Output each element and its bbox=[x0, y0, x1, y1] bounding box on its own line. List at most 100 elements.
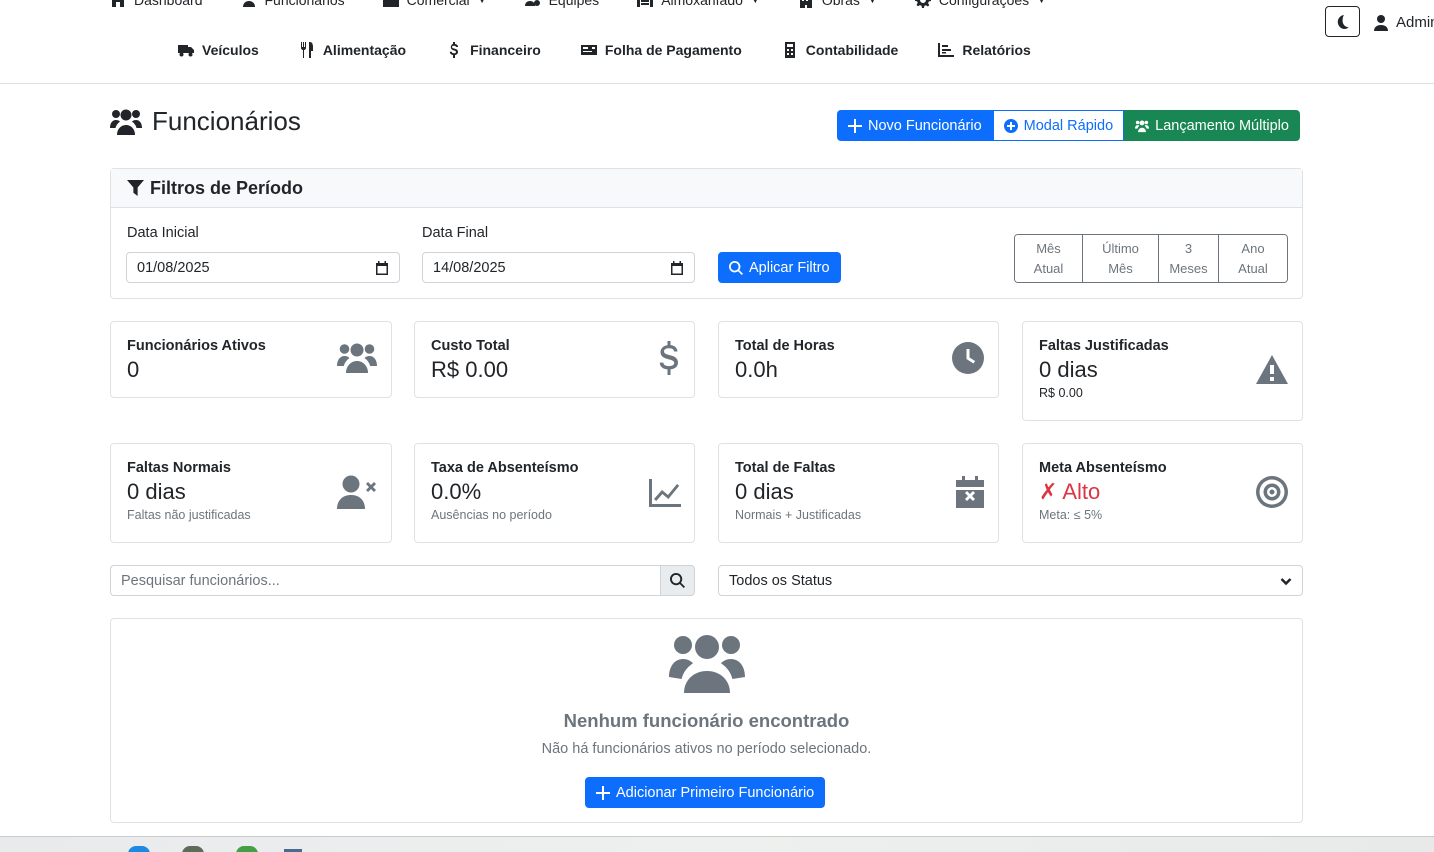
nav-item-contabilidade[interactable]: Contabilidade bbox=[782, 42, 899, 58]
taskbar-app-icon[interactable] bbox=[128, 846, 150, 852]
nav-item-dashboard[interactable]: Dashboard bbox=[110, 0, 203, 8]
period-last-month-button[interactable]: Último Mês bbox=[1083, 235, 1159, 282]
nav-item-alimentacao[interactable]: Alimentação bbox=[299, 42, 406, 58]
page-title-text: Funcionários bbox=[152, 106, 301, 136]
stat-subtext: Meta: ≤ 5% bbox=[1039, 508, 1103, 522]
gear-icon bbox=[914, 0, 931, 8]
dollar-icon bbox=[449, 42, 459, 58]
taskbar-app-icon[interactable] bbox=[182, 846, 204, 852]
chevron-down-icon bbox=[1280, 577, 1292, 585]
period-label: Meses bbox=[1169, 260, 1208, 276]
stat-title: Meta Absenteísmo bbox=[1039, 460, 1167, 476]
stat-title: Faltas Justificadas bbox=[1039, 338, 1169, 354]
nav-row-secondary: Veículos Alimentação Financeiro Folha de… bbox=[178, 38, 1071, 62]
add-first-employee-button[interactable]: Adicionar Primeiro Funcionário bbox=[585, 777, 826, 808]
users-icon bbox=[337, 342, 377, 374]
nav-item-funcionarios[interactable]: Funcionários bbox=[241, 0, 345, 8]
money-check-icon bbox=[580, 45, 597, 55]
nav-item-obras[interactable]: Obras ▼ bbox=[798, 0, 877, 8]
period-label: Atual bbox=[1033, 260, 1064, 276]
plus-icon bbox=[848, 118, 862, 133]
apply-filter-button[interactable]: Aplicar Filtro bbox=[718, 252, 841, 283]
page-actions: Novo Funcionário Modal Rápido Lançamento… bbox=[837, 110, 1300, 141]
button-label: Aplicar Filtro bbox=[749, 259, 830, 276]
dollar-icon bbox=[659, 341, 679, 375]
users-icon bbox=[110, 109, 142, 135]
page-title: Funcionários bbox=[110, 106, 301, 137]
nav-item-almoxarifado[interactable]: Almoxarifado ▼ bbox=[637, 0, 760, 8]
status-select-value: Todos os Status bbox=[729, 572, 833, 589]
briefcase-icon bbox=[382, 0, 399, 7]
period-label: Mês bbox=[1108, 260, 1133, 276]
period-filter-card: Filtros de Período Data Inicial 01/08/20… bbox=[110, 168, 1303, 299]
button-label: Novo Funcionário bbox=[868, 117, 982, 134]
empty-state-text: Não há funcionários ativos no período se… bbox=[541, 741, 872, 757]
new-employee-button[interactable]: Novo Funcionário bbox=[837, 110, 993, 141]
nav-label: Contabilidade bbox=[805, 42, 899, 58]
empty-state-title: Nenhum funcionário encontrado bbox=[563, 710, 850, 731]
stat-value: 0 bbox=[127, 357, 140, 382]
nav-label: Almoxarifado bbox=[661, 0, 743, 8]
period-current-month-button[interactable]: Mês Atual bbox=[1015, 235, 1083, 282]
home-icon bbox=[110, 0, 126, 7]
stat-card-total-cost: Custo Total R$ 0.00 bbox=[414, 321, 695, 398]
taskbar-app-icon[interactable] bbox=[236, 846, 258, 852]
calendar-xmark-icon bbox=[956, 476, 984, 508]
stat-subtext: R$ 0.00 bbox=[1039, 386, 1083, 400]
stat-value: 0 dias bbox=[735, 479, 794, 504]
moon-icon bbox=[1337, 14, 1349, 29]
users-icon bbox=[242, 1, 255, 7]
navbar: Dashboard Funcionários Comercial ▼ Equip… bbox=[0, 0, 1434, 84]
end-date-input[interactable]: 14/08/2025 bbox=[422, 252, 695, 283]
button-label: Modal Rápido bbox=[1023, 117, 1114, 134]
chevron-down-icon: ▼ bbox=[867, 0, 877, 5]
building-icon bbox=[799, 0, 812, 8]
stat-value: 0 dias bbox=[1039, 357, 1098, 382]
team-cog-icon bbox=[524, 0, 540, 6]
stat-card-total-absences: Total de Faltas 0 dias Normais + Justifi… bbox=[718, 443, 999, 543]
plus-circle-icon bbox=[1003, 118, 1018, 133]
users-icon bbox=[669, 633, 745, 695]
nav-item-veiculos[interactable]: Veículos bbox=[178, 42, 259, 58]
nav-label: Comercial bbox=[406, 0, 470, 8]
chevron-down-icon: ▼ bbox=[750, 0, 760, 5]
os-taskbar bbox=[0, 836, 1434, 852]
nav-label: Veículos bbox=[202, 42, 259, 58]
calendar-icon[interactable] bbox=[375, 260, 389, 275]
button-label: Adicionar Primeiro Funcionário bbox=[616, 784, 815, 801]
employee-list-empty-state: Nenhum funcionário encontrado Não há fun… bbox=[110, 618, 1303, 823]
chart-line-icon bbox=[649, 479, 681, 507]
nav-item-configuracoes[interactable]: Configurações ▼ bbox=[914, 0, 1046, 8]
start-date-input[interactable]: 01/08/2025 bbox=[126, 252, 400, 283]
period-3-months-button[interactable]: 3 Meses bbox=[1159, 235, 1219, 282]
nav-item-comercial[interactable]: Comercial ▼ bbox=[382, 0, 487, 8]
stat-card-absenteeism-goal: Meta Absenteísmo ✗ Alto Meta: ≤ 5% bbox=[1022, 443, 1303, 543]
status-filter-select[interactable]: Todos os Status bbox=[718, 565, 1303, 596]
stat-subtext: Faltas não justificadas bbox=[127, 508, 251, 522]
nav-item-equipes[interactable]: Equipes bbox=[524, 0, 600, 8]
nav-item-financeiro[interactable]: Financeiro bbox=[446, 42, 541, 58]
theme-toggle-button[interactable] bbox=[1325, 6, 1360, 37]
nav-label: Folha de Pagamento bbox=[604, 42, 742, 58]
nav-label: Dashboard bbox=[134, 0, 203, 8]
nav-label: Obras bbox=[821, 0, 860, 8]
user-menu[interactable]: Admin bbox=[1374, 14, 1434, 31]
nav-item-folha-pagamento[interactable]: Folha de Pagamento bbox=[580, 42, 742, 58]
nav-item-relatorios[interactable]: Relatórios bbox=[938, 42, 1031, 58]
user-name: Admin bbox=[1396, 14, 1434, 31]
nav-label: Configurações bbox=[938, 0, 1030, 8]
period-current-year-button[interactable]: Ano Atual bbox=[1219, 235, 1287, 282]
filter-icon bbox=[127, 179, 144, 196]
employee-search-input[interactable]: Pesquisar funcionários... bbox=[110, 565, 660, 596]
calendar-icon[interactable] bbox=[670, 260, 684, 275]
stat-title: Total de Horas bbox=[735, 338, 835, 354]
search-button[interactable] bbox=[660, 565, 695, 596]
nav-row-primary: Dashboard Funcionários Comercial ▼ Equip… bbox=[110, 0, 1084, 10]
start-date-label: Data Inicial bbox=[127, 225, 199, 241]
quick-modal-button[interactable]: Modal Rápido bbox=[992, 110, 1125, 141]
bullseye-icon bbox=[1256, 476, 1288, 508]
nav-label: Funcionários bbox=[264, 0, 345, 8]
nav-label: Equipes bbox=[548, 0, 600, 8]
multi-entry-button[interactable]: Lançamento Múltiplo bbox=[1124, 110, 1300, 141]
user-icon bbox=[1374, 14, 1388, 31]
